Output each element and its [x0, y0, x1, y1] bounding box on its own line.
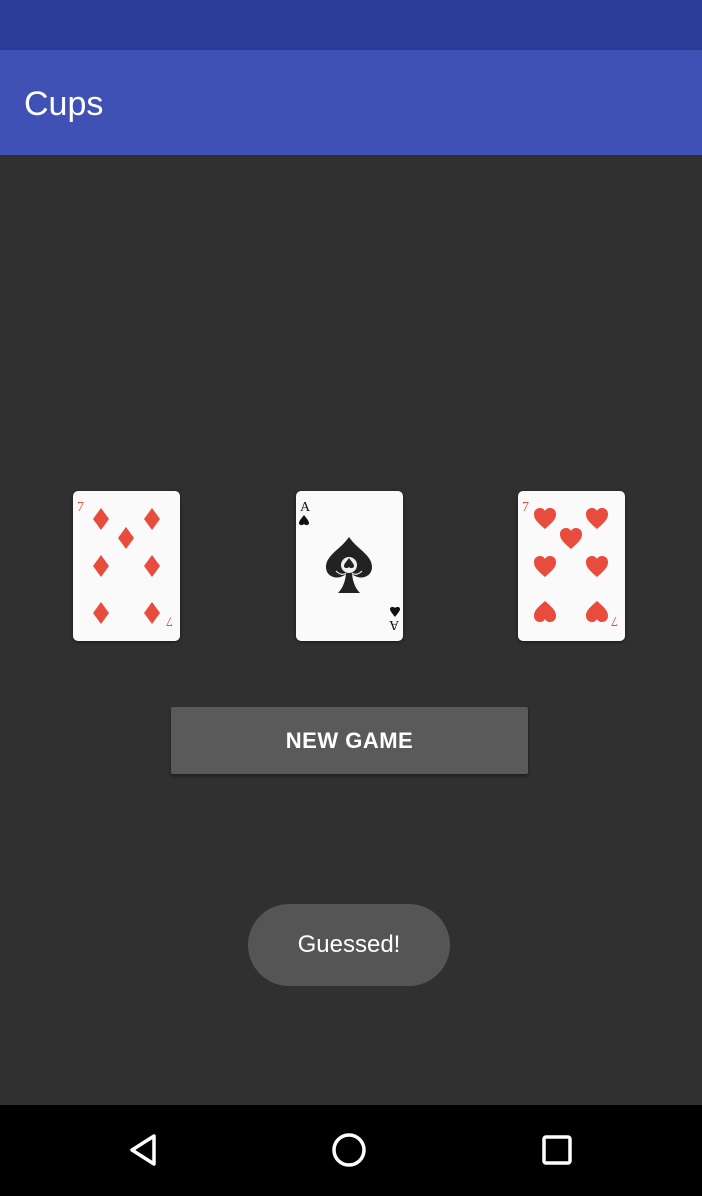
- diamond-icon: [118, 527, 134, 549]
- heart-pips: [534, 508, 608, 622]
- heart-icon: [586, 556, 608, 577]
- back-button[interactable]: [113, 1125, 173, 1175]
- heart-icon: [534, 556, 556, 577]
- home-button[interactable]: [319, 1125, 379, 1175]
- card-seven-of-hearts[interactable]: 7 7: [518, 491, 625, 641]
- ace-of-spades-face: A A: [299, 500, 400, 632]
- back-triangle-icon: [130, 1134, 156, 1166]
- app-bar: Cups: [0, 50, 702, 155]
- card-ace-of-spades[interactable]: A A: [296, 491, 403, 641]
- new-game-button[interactable]: NEW GAME: [171, 707, 528, 774]
- diamond-icon: [93, 602, 109, 624]
- heart-icon: [534, 601, 556, 622]
- card-rank-bottom: 7: [611, 613, 618, 628]
- heart-icon: [586, 508, 608, 529]
- small-spade-icon: [390, 606, 400, 617]
- recents-square-icon: [542, 1135, 572, 1165]
- ornate-spade-icon: [326, 537, 372, 593]
- diamond-icon: [93, 555, 109, 577]
- heart-icon: [560, 528, 582, 549]
- card-rank-bottom: A: [388, 617, 399, 632]
- status-bar: [0, 0, 702, 50]
- heart-icon: [534, 508, 556, 529]
- diamond-icon: [144, 602, 160, 624]
- small-spade-icon: [299, 515, 309, 526]
- card-seven-of-diamonds[interactable]: 7 7: [73, 491, 180, 641]
- heart-icon: [586, 601, 608, 622]
- home-circle-icon: [332, 1133, 366, 1167]
- toast-message: Guessed!: [248, 904, 450, 986]
- navigation-bar: [0, 1105, 702, 1196]
- seven-of-diamonds-face: 7 7: [77, 500, 173, 628]
- seven-of-hearts-face: 7 7: [522, 500, 618, 628]
- card-rank-top: A: [300, 500, 311, 515]
- diamond-icon: [144, 555, 160, 577]
- card-rank-top: 7: [522, 500, 529, 515]
- diamond-icon: [93, 508, 109, 530]
- card-rank-bottom: 7: [166, 613, 173, 628]
- diamond-pips: [93, 508, 160, 624]
- card-rank-top: 7: [77, 500, 84, 515]
- recents-button[interactable]: [527, 1125, 587, 1175]
- app-title: Cups: [24, 85, 104, 123]
- diamond-icon: [144, 508, 160, 530]
